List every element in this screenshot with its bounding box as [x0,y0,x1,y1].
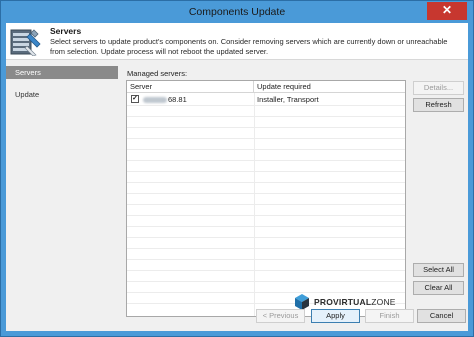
watermark-text-bold: PROVIRTUAL [314,297,372,307]
grid-line [127,116,405,117]
header-description: Select servers to update product's compo… [50,37,448,56]
managed-servers-label: Managed servers: [127,69,188,78]
previous-button[interactable]: < Previous [256,309,305,323]
dialog-body: Servers Select servers to update product… [6,23,468,331]
grid-line [127,215,405,216]
components-update-window: Components Update ✕ Servers Select serve… [0,0,474,337]
grid-line [127,226,405,227]
grid-line [127,171,405,172]
grid-line [127,259,405,260]
finish-button[interactable]: Finish [365,309,414,323]
grid-line [127,237,405,238]
redacted-ip-blur [143,97,167,104]
grid-line [127,138,405,139]
grid-line [127,281,405,282]
title-bar[interactable]: Components Update ✕ [1,1,473,23]
window-title: Components Update [188,6,286,18]
column-header-update-required[interactable]: Update required [254,81,405,93]
grid-line [127,149,405,150]
table-header: Server Update required [127,81,405,93]
server-name-text: 68.81 [168,95,187,104]
watermark-text: PROVIRTUALZONE [314,297,396,307]
grid-line [127,127,405,128]
update-required-cell: Installer, Transport [257,95,319,104]
grid-line [127,292,405,293]
grid-line [127,160,405,161]
grid-line [127,105,405,106]
apply-button[interactable]: Apply [311,309,360,323]
grid-line [127,204,405,205]
server-checkbox[interactable]: ✓ [131,95,139,103]
close-button[interactable]: ✕ [427,2,467,20]
server-settings-icon [10,29,41,56]
watermark-text-rest: ZONE [371,297,396,307]
grid-line [127,270,405,271]
select-all-button[interactable]: Select All [413,263,464,277]
servers-table[interactable]: Server Update required ✓ 68.81 Installer… [126,80,406,317]
clear-all-button[interactable]: Clear All [413,281,464,295]
nav-item-update[interactable]: Update [6,88,118,101]
grid-line [127,182,405,183]
wizard-header: Servers Select servers to update product… [6,23,468,60]
header-title: Servers [50,26,82,36]
details-button[interactable]: Details... [413,81,464,95]
column-header-server[interactable]: Server [127,81,254,93]
cube-logo-icon [295,294,309,310]
server-name-cell: 68.81 [143,94,253,105]
table-row[interactable]: ✓ 68.81 Installer, Transport [127,94,405,105]
grid-line [127,193,405,194]
cancel-button[interactable]: Cancel [417,309,466,323]
grid-line [127,248,405,249]
nav-item-servers[interactable]: Servers [6,66,118,79]
refresh-button[interactable]: Refresh [413,98,464,112]
wizard-step-nav: Servers Update [6,64,118,318]
